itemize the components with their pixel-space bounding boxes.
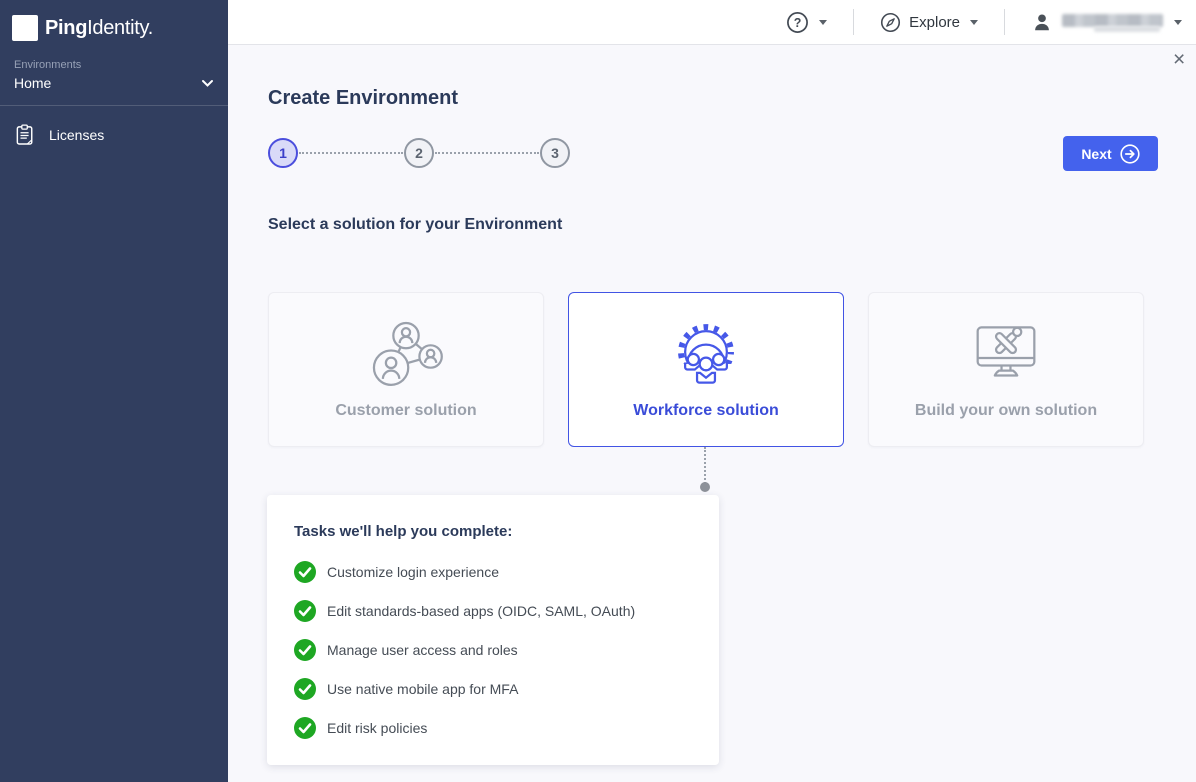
arrow-right-circle-icon — [1120, 144, 1140, 164]
task-label: Edit standards-based apps (OIDC, SAML, O… — [327, 603, 635, 619]
card-workforce-solution[interactable]: Workforce solution — [568, 292, 844, 447]
step-connector — [299, 152, 403, 154]
workforce-gear-icon — [665, 319, 747, 394]
check-circle-icon — [294, 678, 316, 700]
task-item: Use native mobile app for MFA — [267, 669, 719, 708]
compass-icon — [880, 12, 901, 33]
solution-cards: Customer solution Workforce solution — [268, 292, 1144, 447]
account-menu[interactable] — [1005, 0, 1196, 44]
next-button-label: Next — [1081, 146, 1111, 162]
step-3[interactable]: 3 — [540, 138, 570, 168]
help-menu[interactable]: ? — [760, 0, 853, 44]
environments-label: Environments — [14, 59, 214, 71]
sidebar-divider — [0, 105, 228, 106]
card-build-your-own-solution[interactable]: Build your own solution — [868, 292, 1144, 447]
help-icon: ? — [786, 11, 809, 34]
tasks-panel: Tasks we'll help you complete: Customize… — [267, 495, 719, 765]
caret-down-icon — [819, 20, 827, 25]
tasks-title: Tasks we'll help you complete: — [267, 495, 719, 540]
brand-name: PingIdentity. — [45, 17, 153, 40]
wizard-stepper: 1 2 3 — [268, 138, 570, 168]
task-item: Manage user access and roles — [267, 630, 719, 669]
check-circle-icon — [294, 639, 316, 661]
sidebar-item-label: Licenses — [49, 127, 104, 143]
page-title: Create Environment — [268, 87, 458, 110]
caret-down-icon — [970, 20, 978, 25]
card-to-panel-connector — [704, 447, 706, 484]
customer-network-icon — [365, 319, 447, 394]
create-environment-panel: × Create Environment 1 2 3 Next Select a… — [228, 45, 1196, 782]
caret-down-icon — [1174, 20, 1182, 25]
section-heading: Select a solution for your Environment — [268, 216, 562, 234]
user-icon — [1031, 11, 1053, 33]
explore-label: Explore — [909, 14, 960, 31]
check-circle-icon — [294, 600, 316, 622]
card-label: Build your own solution — [915, 402, 1097, 420]
task-label: Customize login experience — [327, 564, 499, 580]
task-item: Customize login experience — [267, 552, 719, 591]
task-label: Edit risk policies — [327, 720, 427, 736]
step-2[interactable]: 2 — [404, 138, 434, 168]
check-circle-icon — [294, 561, 316, 583]
svg-text:?: ? — [794, 15, 802, 29]
task-label: Use native mobile app for MFA — [327, 681, 518, 697]
account-name-redacted — [1062, 14, 1163, 30]
sidebar-item-licenses[interactable]: Licenses — [0, 112, 228, 158]
step-1[interactable]: 1 — [268, 138, 298, 168]
selected-environment: Home — [14, 75, 51, 91]
clipboard-icon — [16, 124, 34, 146]
build-tools-icon — [965, 319, 1047, 394]
card-label: Customer solution — [335, 402, 476, 420]
check-circle-icon — [294, 717, 316, 739]
task-item: Edit standards-based apps (OIDC, SAML, O… — [267, 591, 719, 630]
card-customer-solution[interactable]: Customer solution — [268, 292, 544, 447]
explore-menu[interactable]: Explore — [854, 0, 1004, 44]
sidebar: PingIdentity. Environments Home Licenses — [0, 0, 228, 782]
ping-identity-logo[interactable]: PingIdentity. — [0, 0, 228, 51]
task-item: Edit risk policies — [267, 708, 719, 747]
ping-logo-mark-icon — [12, 15, 38, 41]
next-button[interactable]: Next — [1063, 136, 1158, 171]
close-icon[interactable]: × — [1173, 49, 1185, 70]
connector-dot — [700, 482, 710, 492]
chevron-down-icon — [201, 79, 214, 88]
tasks-list: Customize login experience Edit standard… — [267, 552, 719, 747]
step-connector — [435, 152, 539, 154]
card-label: Workforce solution — [633, 402, 779, 420]
topbar: ? Explore — [228, 0, 1196, 45]
task-label: Manage user access and roles — [327, 642, 518, 658]
environment-selector[interactable]: Home — [14, 75, 214, 91]
